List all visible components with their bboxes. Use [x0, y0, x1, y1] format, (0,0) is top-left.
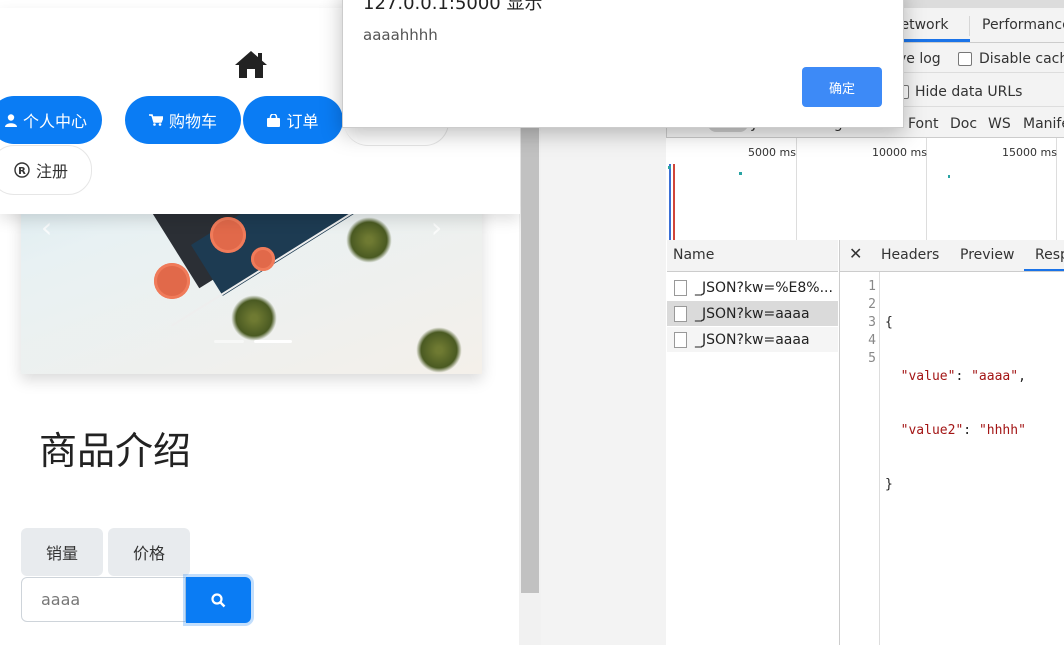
json-value: "aaaa" — [971, 369, 1019, 384]
nav-button-register[interactable]: R 注册 — [0, 145, 92, 195]
request-row[interactable]: _JSON?kw=aaaa — [667, 327, 838, 352]
tab-response[interactable]: Resp — [1035, 247, 1064, 263]
sort-by-sales-button[interactable]: 销量 — [21, 528, 103, 576]
load-marker — [673, 164, 675, 240]
search-input[interactable]: aaaa — [21, 577, 186, 622]
tab-divider — [969, 16, 970, 36]
nav-button-profile[interactable]: 个人中心 — [0, 96, 102, 144]
line-numbers: 1 2 3 4 5 — [860, 278, 876, 368]
cart-icon — [148, 114, 163, 126]
section-title: 商品介绍 — [39, 429, 192, 473]
network-timeline[interactable]: 5000 ms 10000 ms 15000 ms — [666, 137, 1064, 241]
filter-manifest[interactable]: Manife — [1023, 116, 1064, 132]
filter-ws[interactable]: WS — [988, 116, 1011, 132]
file-icon — [674, 305, 687, 322]
dom-loaded-marker — [669, 164, 671, 240]
palm-shape — [346, 217, 392, 263]
request-bar — [948, 175, 950, 178]
home-icon[interactable] — [233, 48, 269, 80]
code-line: } — [885, 477, 893, 492]
nav-button-label: 购物车 — [168, 112, 217, 131]
active-tab-underline — [1024, 269, 1064, 271]
disable-cache-label: Disable cache — [979, 51, 1064, 67]
request-row-selected[interactable]: _JSON?kw=aaaa — [667, 301, 838, 326]
response-body[interactable]: { "value": "aaaa", "value2": "hhhh" } — [885, 278, 1026, 548]
close-icon[interactable]: ✕ — [849, 244, 862, 263]
request-bar — [739, 172, 742, 175]
code-line: "value": "aaaa", — [900, 369, 1026, 384]
line-number: 4 — [868, 333, 876, 348]
line-number: 5 — [868, 351, 876, 366]
carousel-prev-icon[interactable]: ‹ — [41, 211, 52, 244]
registered-icon: R — [14, 162, 30, 178]
hide-data-urls-label: Hide data URLs — [915, 84, 1023, 100]
gutter-divider — [879, 272, 880, 645]
register-label: 注册 — [35, 162, 68, 181]
umbrella-shape — [154, 263, 190, 299]
sort-by-price-button[interactable]: 价格 — [108, 528, 190, 576]
dialog-title: 127.0.0.1:5000 显示 — [363, 0, 543, 14]
dialog-message: aaaahhhh — [363, 26, 438, 44]
nav-button-label: 订单 — [286, 112, 319, 131]
json-value: "hhhh" — [978, 423, 1026, 438]
detail-tab-bar — [840, 240, 1064, 272]
nav-button-cart[interactable]: 购物车 — [125, 96, 241, 144]
name-column-header: Name — [673, 247, 715, 263]
request-bar — [668, 166, 671, 169]
timeline-tick: 5000 ms — [748, 146, 796, 159]
alert-dialog: 127.0.0.1:5000 显示 aaaahhhh — [342, 0, 904, 128]
filter-font[interactable]: Font — [908, 116, 938, 132]
bag-icon — [267, 113, 281, 127]
svg-text:R: R — [18, 166, 26, 177]
line-number: 3 — [868, 315, 876, 330]
request-name: _JSON?kw=%E8%... — [695, 279, 833, 296]
line-number: 2 — [868, 297, 876, 312]
request-name: _JSON?kw=aaaa — [695, 305, 810, 322]
preserve-log-label[interactable]: ve log — [898, 51, 941, 67]
json-comma: , — [1018, 369, 1026, 384]
carousel-indicator-active[interactable] — [254, 340, 292, 343]
tab-headers[interactable]: Headers — [881, 247, 939, 263]
timeline-gridline — [796, 138, 797, 240]
nav-button-label: 个人中心 — [22, 112, 87, 131]
user-icon — [4, 113, 17, 127]
carousel-indicator[interactable] — [214, 340, 244, 343]
filter-doc[interactable]: Doc — [950, 116, 977, 132]
disable-cache-checkbox[interactable] — [958, 52, 972, 66]
palm-shape — [416, 327, 462, 373]
timeline-tick: 15000 ms — [1002, 146, 1057, 159]
line-number: 1 — [868, 279, 876, 294]
file-icon — [674, 331, 687, 348]
dialog-ok-button[interactable]: 确定 — [802, 67, 882, 107]
tab-performance[interactable]: Performance — [982, 17, 1064, 33]
tab-preview[interactable]: Preview — [960, 247, 1015, 263]
scrollbar-thumb[interactable] — [521, 100, 539, 593]
carousel-next-icon[interactable]: › — [431, 211, 442, 244]
nav-button-orders[interactable]: 订单 — [243, 96, 343, 144]
search-icon — [211, 592, 226, 607]
json-key: "value2" — [900, 423, 964, 438]
code-line: { — [885, 315, 893, 330]
umbrella-shape — [210, 217, 246, 253]
request-row[interactable]: _JSON?kw=%E8%... — [667, 275, 838, 300]
timeline-tick: 10000 ms — [872, 146, 927, 159]
request-name: _JSON?kw=aaaa — [695, 331, 810, 348]
code-line: "value2": "hhhh" — [900, 423, 1026, 438]
json-key: "value" — [900, 369, 956, 384]
file-icon — [674, 279, 687, 296]
search-button[interactable] — [186, 577, 251, 623]
palm-shape — [231, 295, 277, 341]
umbrella-shape — [251, 247, 275, 271]
